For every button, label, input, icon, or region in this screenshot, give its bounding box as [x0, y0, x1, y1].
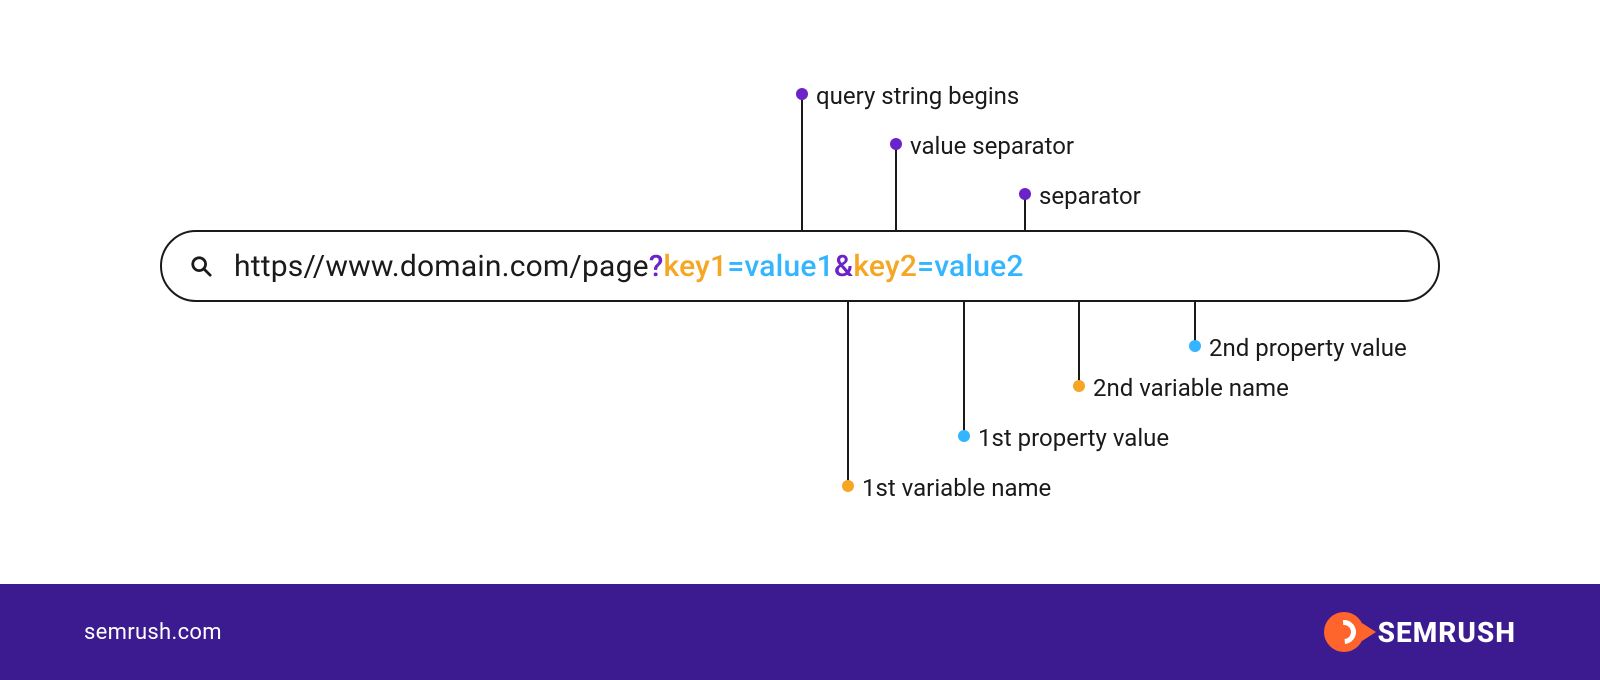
footer-site-url: semrush.com	[84, 620, 222, 645]
label-1st-property-value: 1st property value	[978, 424, 1169, 452]
leader-line-eq	[895, 149, 897, 231]
dot-eq	[890, 138, 902, 150]
dot-val2	[1189, 340, 1201, 352]
label-query-string-begins: query string begins	[816, 82, 1019, 110]
footer: semrush.com SEMRUSH	[0, 584, 1600, 680]
dot-val1	[958, 430, 970, 442]
label-2nd-variable-name: 2nd variable name	[1093, 374, 1289, 402]
brand-name: SEMRUSH	[1378, 616, 1516, 649]
label-value-separator: value separator	[910, 132, 1074, 160]
url-bar: https//www.domain.com/page?key1=value1&k…	[160, 230, 1440, 302]
dot-key1	[842, 480, 854, 492]
diagram-stage: query string begins value separator sepa…	[0, 0, 1600, 680]
url-val1: value1	[744, 249, 834, 284]
brand: SEMRUSH	[1324, 612, 1516, 652]
url-val2: value2	[934, 249, 1024, 284]
url-eq1: =	[727, 249, 744, 284]
dot-key2	[1073, 380, 1085, 392]
dot-qmark	[796, 88, 808, 100]
brand-logo-icon	[1324, 612, 1364, 652]
url-key2: key2	[853, 249, 917, 284]
search-icon	[190, 255, 212, 277]
leader-line-key2	[1078, 302, 1080, 386]
leader-line-qmark	[801, 99, 803, 231]
url-key1: key1	[664, 249, 728, 284]
url-eq2: =	[917, 249, 934, 284]
dot-amp	[1019, 188, 1031, 200]
url-base: https//www.domain.com/page	[234, 249, 649, 284]
label-1st-variable-name: 1st variable name	[862, 474, 1051, 502]
label-separator: separator	[1039, 182, 1141, 210]
url-text: https//www.domain.com/page?key1=value1&k…	[234, 249, 1024, 284]
leader-line-key1	[847, 302, 849, 486]
url-amp: &	[834, 249, 853, 284]
url-qmark: ?	[649, 249, 664, 284]
label-2nd-property-value: 2nd property value	[1209, 334, 1407, 362]
leader-line-amp	[1024, 199, 1026, 231]
leader-line-val1	[963, 302, 965, 436]
